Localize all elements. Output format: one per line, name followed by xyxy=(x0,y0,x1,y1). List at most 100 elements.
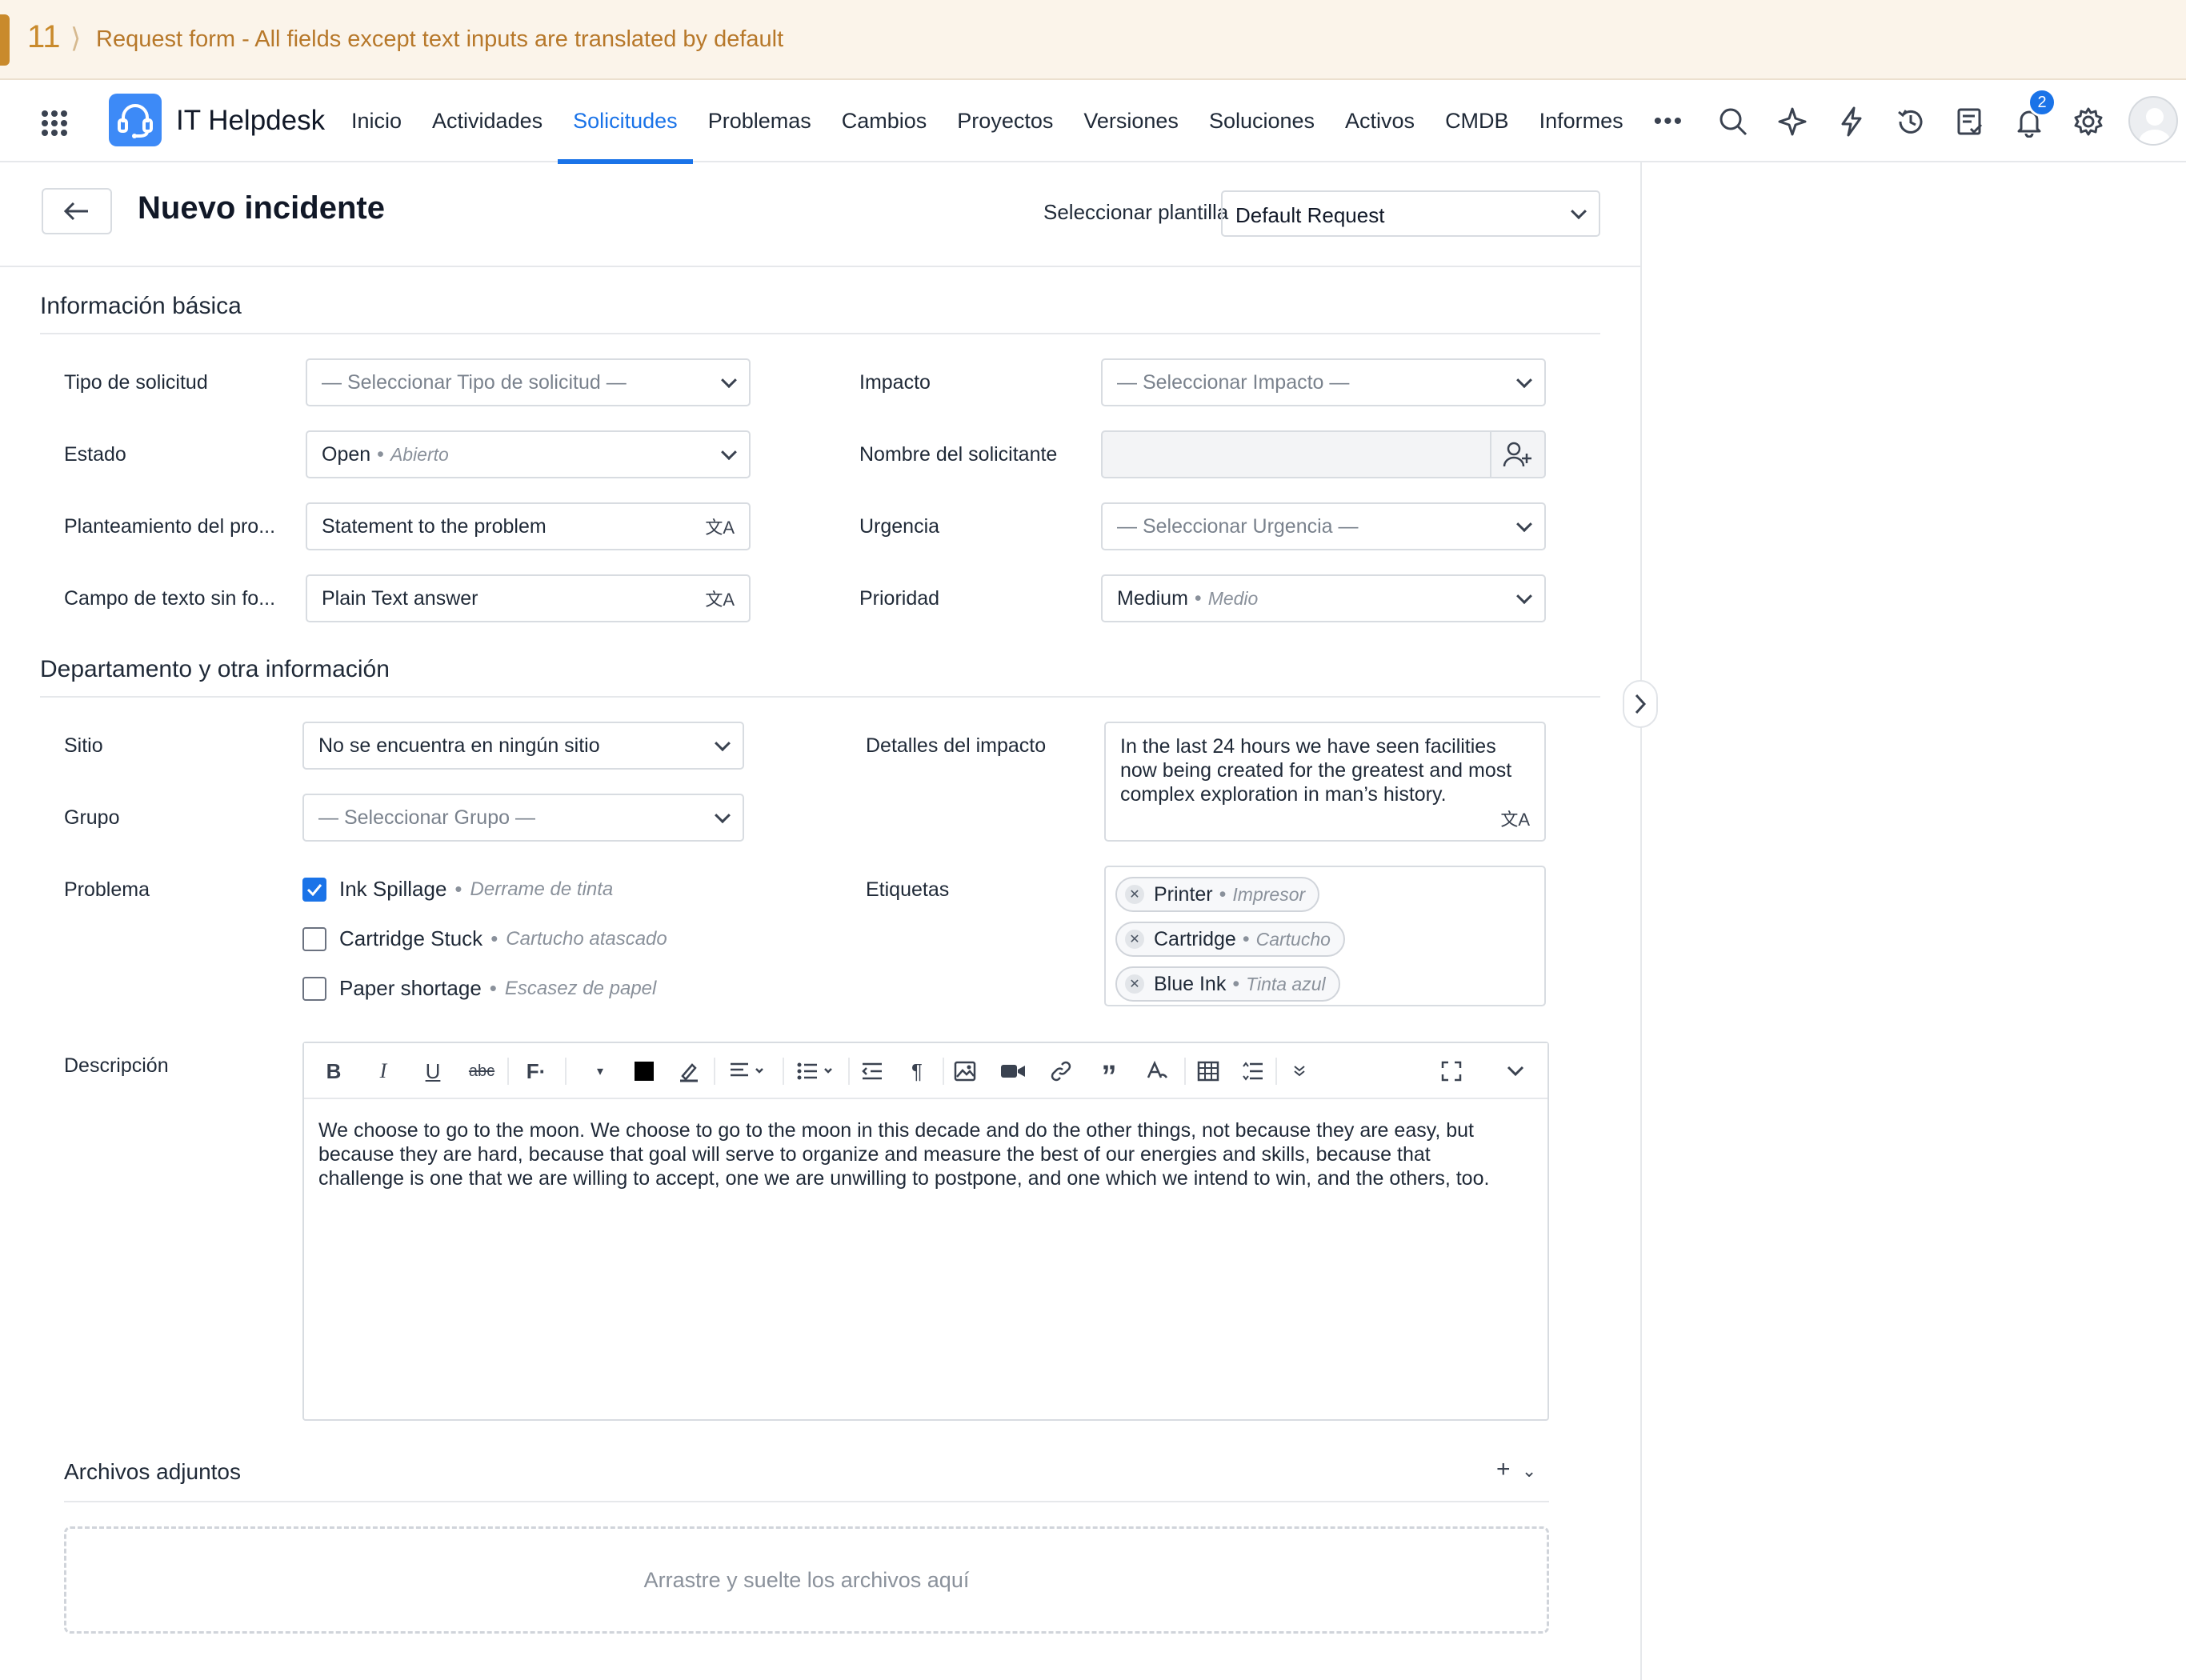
problem-statement-value: Statement to the problem xyxy=(322,514,546,538)
apps-grid-icon[interactable] xyxy=(42,110,67,136)
strikethrough-icon[interactable]: abc xyxy=(467,1059,496,1083)
remove-tag-icon[interactable]: ✕ xyxy=(1125,885,1144,904)
page-title: Nuevo incidente xyxy=(138,190,385,226)
history-icon[interactable] xyxy=(1893,104,1928,139)
tag-translation: Impresor xyxy=(1232,883,1306,905)
template-select[interactable]: Default Request xyxy=(1221,190,1600,237)
nav-tab-informes[interactable]: Informes xyxy=(1524,80,1639,162)
description-body[interactable]: We choose to go to the moon. We choose t… xyxy=(318,1118,1519,1190)
status-label: Estado xyxy=(64,443,126,466)
checkbox-unchecked[interactable] xyxy=(302,926,326,951)
tag-translation: Tinta azul xyxy=(1246,973,1326,994)
nav-tab-activos[interactable]: Activos xyxy=(1330,80,1430,162)
bold-icon[interactable]: B xyxy=(322,1059,346,1083)
collapse-toolbar-chevron-icon[interactable] xyxy=(1503,1059,1528,1083)
nav-tab-cambios[interactable]: Cambios xyxy=(827,80,943,162)
nav-tab-solicitudes[interactable]: Solicitudes xyxy=(558,80,693,164)
impact-select[interactable]: — Seleccionar Impacto — xyxy=(1101,358,1546,406)
add-user-icon[interactable] xyxy=(1490,432,1544,477)
nav-tab-cmdb[interactable]: CMDB xyxy=(1430,80,1524,162)
outdent-icon[interactable] xyxy=(859,1059,885,1083)
attachments-dropzone[interactable]: Arrastre y suelte los archivos aquí xyxy=(64,1526,1549,1634)
group-label: Grupo xyxy=(64,806,120,829)
urgency-select[interactable]: — Seleccionar Urgencia — xyxy=(1101,502,1546,550)
gear-icon[interactable] xyxy=(2071,104,2106,139)
chevron-down-icon xyxy=(715,735,731,752)
translate-icon[interactable]: 文A xyxy=(705,586,735,611)
tasks-icon[interactable] xyxy=(1952,104,1988,139)
underline-icon[interactable]: U xyxy=(421,1059,445,1083)
group-placeholder: — Seleccionar Grupo — xyxy=(318,806,535,829)
attachments-divider xyxy=(64,1501,1549,1502)
panel-toggle-chevron-right-icon[interactable] xyxy=(1623,680,1658,728)
problem-option-label: Ink Spillage xyxy=(339,877,447,901)
insert-link-icon[interactable] xyxy=(1048,1059,1074,1083)
ai-sparkle-icon[interactable] xyxy=(1775,104,1810,139)
clear-formatting-icon[interactable] xyxy=(1144,1059,1170,1083)
search-icon[interactable] xyxy=(1716,104,1751,139)
problem-statement-input[interactable]: Statement to the problem 文A xyxy=(306,502,751,550)
impact-details-value: In the last 24 hours we have seen facili… xyxy=(1120,735,1512,806)
attachments-title: Archivos adjuntos xyxy=(64,1459,242,1484)
insert-table-icon[interactable] xyxy=(1195,1059,1221,1083)
checkbox-checked[interactable] xyxy=(302,877,326,902)
nav-tab-inicio[interactable]: Inicio xyxy=(336,80,417,162)
checkbox-unchecked[interactable] xyxy=(302,976,326,1001)
problem-option-paper-shortage[interactable]: Paper shortage • Escasez de papel xyxy=(302,976,656,1001)
more-options-chevron-icon[interactable] xyxy=(1287,1059,1312,1083)
chevron-down-icon xyxy=(721,372,737,389)
insert-video-icon[interactable] xyxy=(999,1059,1027,1083)
nav-tab-soluciones[interactable]: Soluciones xyxy=(1194,80,1330,162)
banner-number: 11 xyxy=(27,19,61,54)
priority-value: Medium xyxy=(1117,586,1188,610)
line-height-icon[interactable] xyxy=(1240,1059,1266,1083)
fullscreen-icon[interactable] xyxy=(1439,1059,1464,1083)
quote-icon[interactable]: ” xyxy=(1096,1059,1122,1094)
plain-text-input[interactable]: Plain Text answer 文A xyxy=(306,574,751,622)
problem-option-label: Paper shortage xyxy=(339,976,482,1000)
header-divider xyxy=(0,266,1640,267)
chevron-down-icon[interactable]: ⌄ xyxy=(1522,1461,1536,1481)
impact-details-textarea[interactable]: In the last 24 hours we have seen facili… xyxy=(1104,722,1546,842)
nav-tab-actividades[interactable]: Actividades xyxy=(417,80,558,162)
impact-label: Impacto xyxy=(859,371,931,394)
highlight-color-icon[interactable] xyxy=(677,1059,701,1083)
list-icon[interactable] xyxy=(795,1059,839,1083)
remove-tag-icon[interactable]: ✕ xyxy=(1125,930,1144,949)
align-icon[interactable] xyxy=(727,1059,770,1083)
add-attachment-icon[interactable]: + xyxy=(1496,1456,1511,1482)
group-select[interactable]: — Seleccionar Grupo — xyxy=(302,794,744,842)
paragraph-format-icon[interactable]: ¶ xyxy=(904,1059,930,1083)
tag-label: Blue Ink xyxy=(1154,972,1227,995)
text-color-icon[interactable] xyxy=(632,1059,656,1083)
tag-chip: ✕ Printer • Impresor xyxy=(1115,877,1320,912)
helpdesk-logo xyxy=(109,94,162,146)
back-button[interactable] xyxy=(42,188,112,234)
banner-separator-icon: ⟩ xyxy=(70,23,82,54)
italic-icon[interactable]: I xyxy=(371,1059,395,1083)
request-type-select[interactable]: — Seleccionar Tipo de solicitud — xyxy=(306,358,751,406)
user-avatar[interactable] xyxy=(2128,96,2178,146)
translate-icon[interactable]: 文A xyxy=(705,514,735,539)
priority-select[interactable]: Medium • Medio xyxy=(1101,574,1546,622)
nav-more-icon[interactable]: ••• xyxy=(1639,80,1700,162)
problem-option-cartridge-stuck[interactable]: Cartridge Stuck • Cartucho atascado xyxy=(302,926,667,951)
nav-tab-proyectos[interactable]: Proyectos xyxy=(942,80,1068,162)
requester-input[interactable] xyxy=(1101,430,1546,478)
status-select[interactable]: Open • Abierto xyxy=(306,430,751,478)
editor-toolbar: B I U abc F· ▾ ¶ ” xyxy=(304,1043,1547,1099)
nav-tab-versiones[interactable]: Versiones xyxy=(1068,80,1194,162)
bolt-icon[interactable] xyxy=(1834,104,1869,139)
insert-image-icon[interactable] xyxy=(952,1059,978,1083)
problem-option-label: Cartridge Stuck xyxy=(339,926,483,950)
site-select[interactable]: No se encuentra en ningún sitio xyxy=(302,722,744,770)
font-family-icon[interactable]: F· xyxy=(520,1059,552,1083)
description-editor[interactable]: B I U abc F· ▾ ¶ ” We choose to go to th… xyxy=(302,1042,1549,1421)
remove-tag-icon[interactable]: ✕ xyxy=(1125,974,1144,994)
problem-option-ink-spillage[interactable]: Ink Spillage • Derrame de tinta xyxy=(302,877,613,902)
tag-label: Printer xyxy=(1154,882,1213,906)
translate-icon[interactable]: 文A xyxy=(1500,808,1530,832)
nav-tab-problemas[interactable]: Problemas xyxy=(693,80,827,162)
chevron-down-icon xyxy=(1516,516,1532,533)
font-size-dropdown-icon[interactable]: ▾ xyxy=(584,1059,616,1083)
